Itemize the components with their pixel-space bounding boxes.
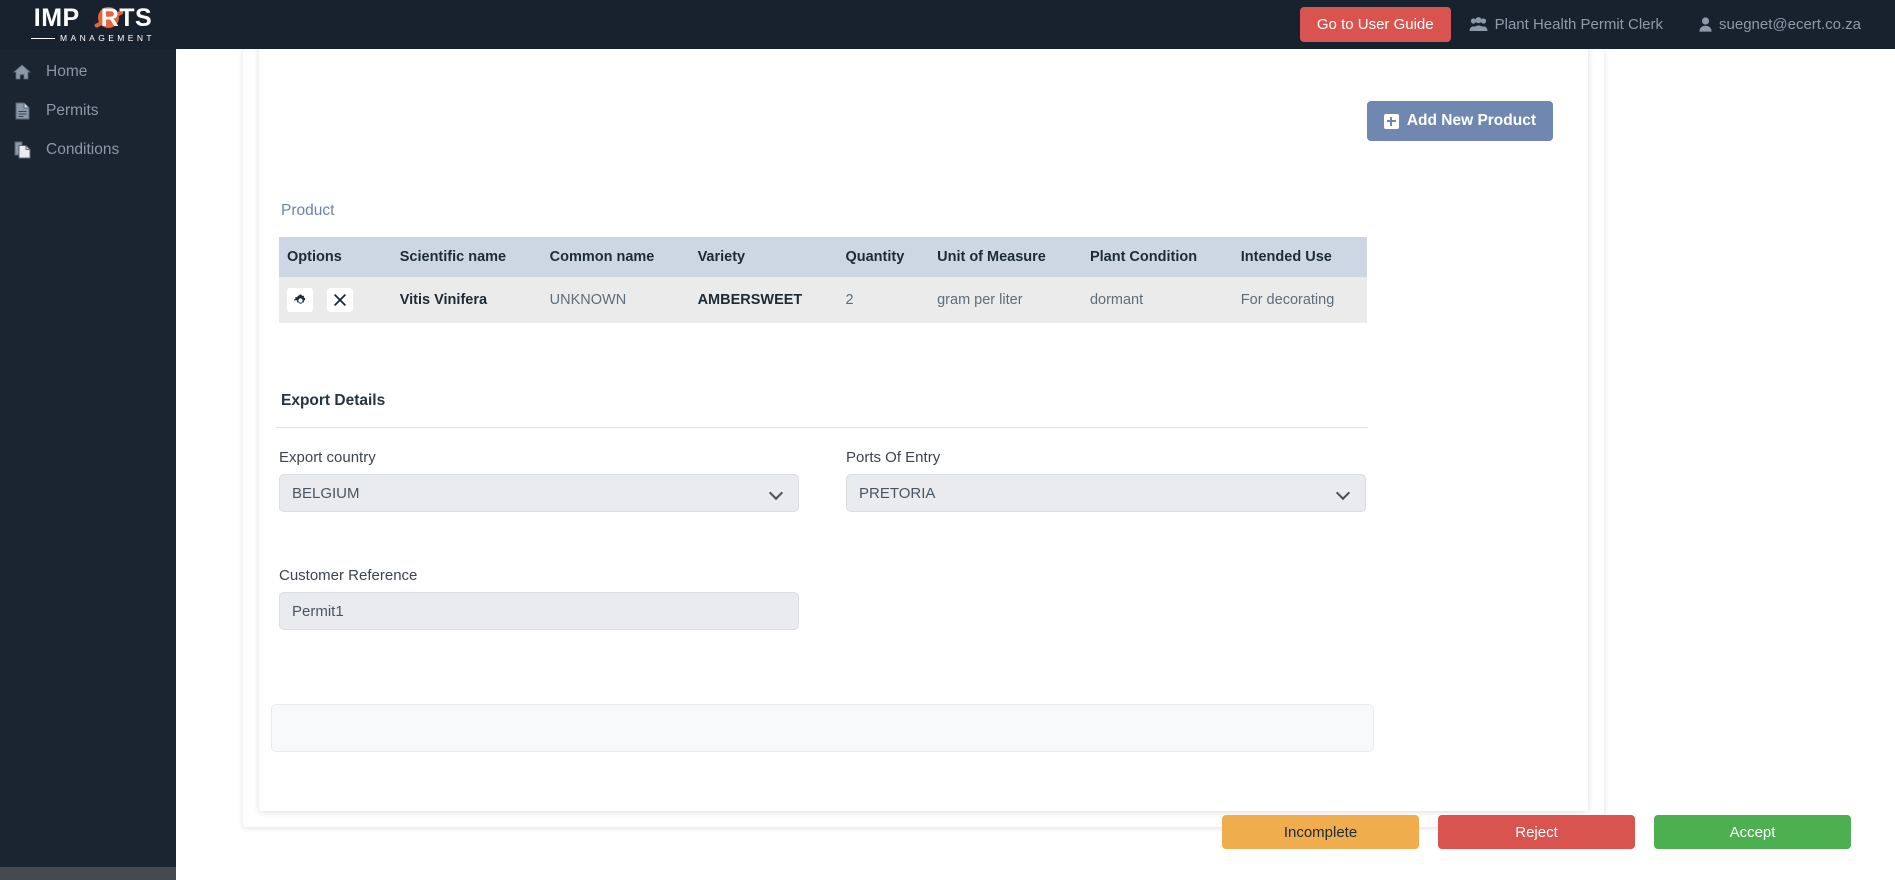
permit-outer-card: Add New Product Product Options Scientif… <box>243 49 1604 827</box>
logo-wordmark: IMP RTS <box>34 6 152 31</box>
add-new-product-label: Add New Product <box>1406 112 1536 129</box>
user-account-menu[interactable]: suegnet@ecert.co.za <box>1681 16 1879 33</box>
product-table-body: Vitis Vinifera UNKNOWN AMBERSWEET 2 gram… <box>279 277 1367 323</box>
users-icon <box>1469 17 1488 32</box>
logo-text-post: RTS <box>100 4 153 32</box>
cell-scientific-name: Vitis Vinifera <box>391 277 542 323</box>
sidebar-item-label: Conditions <box>46 140 120 158</box>
product-section-label: Product <box>281 202 335 219</box>
chevron-down-icon <box>1337 487 1349 499</box>
sidebar-item-label: Home <box>46 62 88 80</box>
sidebar-horizontal-scrollbar[interactable] <box>0 867 176 880</box>
reject-button[interactable]: Reject <box>1438 815 1635 849</box>
sidebar-navigation: Home Permits Conditions <box>0 49 176 880</box>
customer-reference-label: Customer Reference <box>279 567 418 584</box>
permit-form-body: Add New Product Product Options Scientif… <box>271 49 1571 801</box>
column-header-scientific-name: Scientific name <box>391 237 542 277</box>
user-icon <box>1699 17 1712 32</box>
export-details-heading: Export Details <box>281 392 386 409</box>
logo-subtitle: MANAGEMENT <box>31 33 155 43</box>
permit-inner-card: Add New Product Product Options Scientif… <box>259 49 1588 811</box>
add-new-product-button[interactable]: Add New Product <box>1366 101 1553 141</box>
ports-of-entry-select[interactable]: PRETORIA <box>846 474 1366 512</box>
sidebar-item-permits[interactable]: Permits <box>0 91 176 130</box>
ports-of-entry-label: Ports Of Entry <box>846 449 941 466</box>
ports-of-entry-field: Ports Of Entry PRETORIA <box>846 449 1366 512</box>
empty-bottom-panel <box>271 704 1374 752</box>
app-logo[interactable]: IMP RTS MANAGEMENT <box>0 0 176 49</box>
add-product-row: Add New Product <box>1366 101 1553 141</box>
table-row: Vitis Vinifera UNKNOWN AMBERSWEET 2 gram… <box>279 277 1367 323</box>
product-table: Options Scientific name Common name Vari… <box>279 237 1367 323</box>
sidebar-item-conditions[interactable]: Conditions <box>0 130 176 169</box>
export-details-divider <box>276 427 1368 428</box>
product-table-head: Options Scientific name Common name Vari… <box>279 237 1367 277</box>
column-header-variety: Variety <box>689 237 838 277</box>
go-to-user-guide-button[interactable]: Go to User Guide <box>1299 7 1451 42</box>
plus-square-icon <box>1383 113 1399 129</box>
settings-icon[interactable] <box>287 288 313 312</box>
cell-variety: AMBERSWEET <box>689 277 838 323</box>
column-header-common-name: Common name <box>541 237 690 277</box>
row-options-cell <box>279 277 392 323</box>
column-header-intended-use: Intended Use <box>1232 237 1367 277</box>
top-bar-right-group: Go to User Guide Plant Health Permit Cle… <box>1299 0 1895 49</box>
current-role-indicator[interactable]: Plant Health Permit Clerk <box>1451 16 1681 33</box>
user-email-label: suegnet@ecert.co.za <box>1719 16 1861 33</box>
documents-icon <box>12 141 32 159</box>
remove-icon[interactable] <box>327 288 354 312</box>
sidebar-item-home[interactable]: Home <box>0 52 176 91</box>
cell-common-name: UNKNOWN <box>541 277 690 323</box>
cell-intended-use: For decorating <box>1232 277 1367 323</box>
export-country-select[interactable]: BELGIUM <box>279 474 799 512</box>
incomplete-button[interactable]: Incomplete <box>1222 815 1419 849</box>
logo-subtitle-text: MANAGEMENT <box>60 33 155 43</box>
customer-reference-input[interactable]: Permit1 <box>279 592 799 630</box>
column-header-plant-condition: Plant Condition <box>1081 237 1233 277</box>
column-header-unit-of-measure: Unit of Measure <box>929 237 1082 277</box>
logo-text-pre: IMP <box>33 4 80 32</box>
export-country-field: Export country BELGIUM <box>279 449 799 512</box>
product-table-header-row: Options Scientific name Common name Vari… <box>279 237 1367 277</box>
chevron-down-icon <box>770 487 782 499</box>
sidebar-item-label: Permits <box>46 101 99 119</box>
cell-quantity: 2 <box>837 277 930 323</box>
document-icon <box>12 102 32 120</box>
export-country-value: BELGIUM <box>292 484 360 502</box>
cell-plant-condition: dormant <box>1081 277 1233 323</box>
home-icon <box>12 63 32 80</box>
export-country-label: Export country <box>279 449 376 466</box>
accept-button[interactable]: Accept <box>1654 815 1851 849</box>
main-content-area: Add New Product Product Options Scientif… <box>176 49 1895 880</box>
top-navigation-bar: IMP RTS MANAGEMENT Go to User Guide Plant… <box>0 0 1895 49</box>
current-role-label: Plant Health Permit Clerk <box>1494 16 1664 33</box>
customer-reference-value: Permit1 <box>292 602 344 620</box>
column-header-quantity: Quantity <box>837 237 930 277</box>
customer-reference-field: Customer Reference Permit1 <box>279 567 799 630</box>
cell-unit-of-measure: gram per liter <box>929 277 1082 323</box>
ports-of-entry-value: PRETORIA <box>859 484 936 502</box>
column-header-options: Options <box>279 237 392 277</box>
footer-action-bar: Incomplete Reject Accept <box>176 815 1895 880</box>
logo-rule <box>31 37 56 39</box>
